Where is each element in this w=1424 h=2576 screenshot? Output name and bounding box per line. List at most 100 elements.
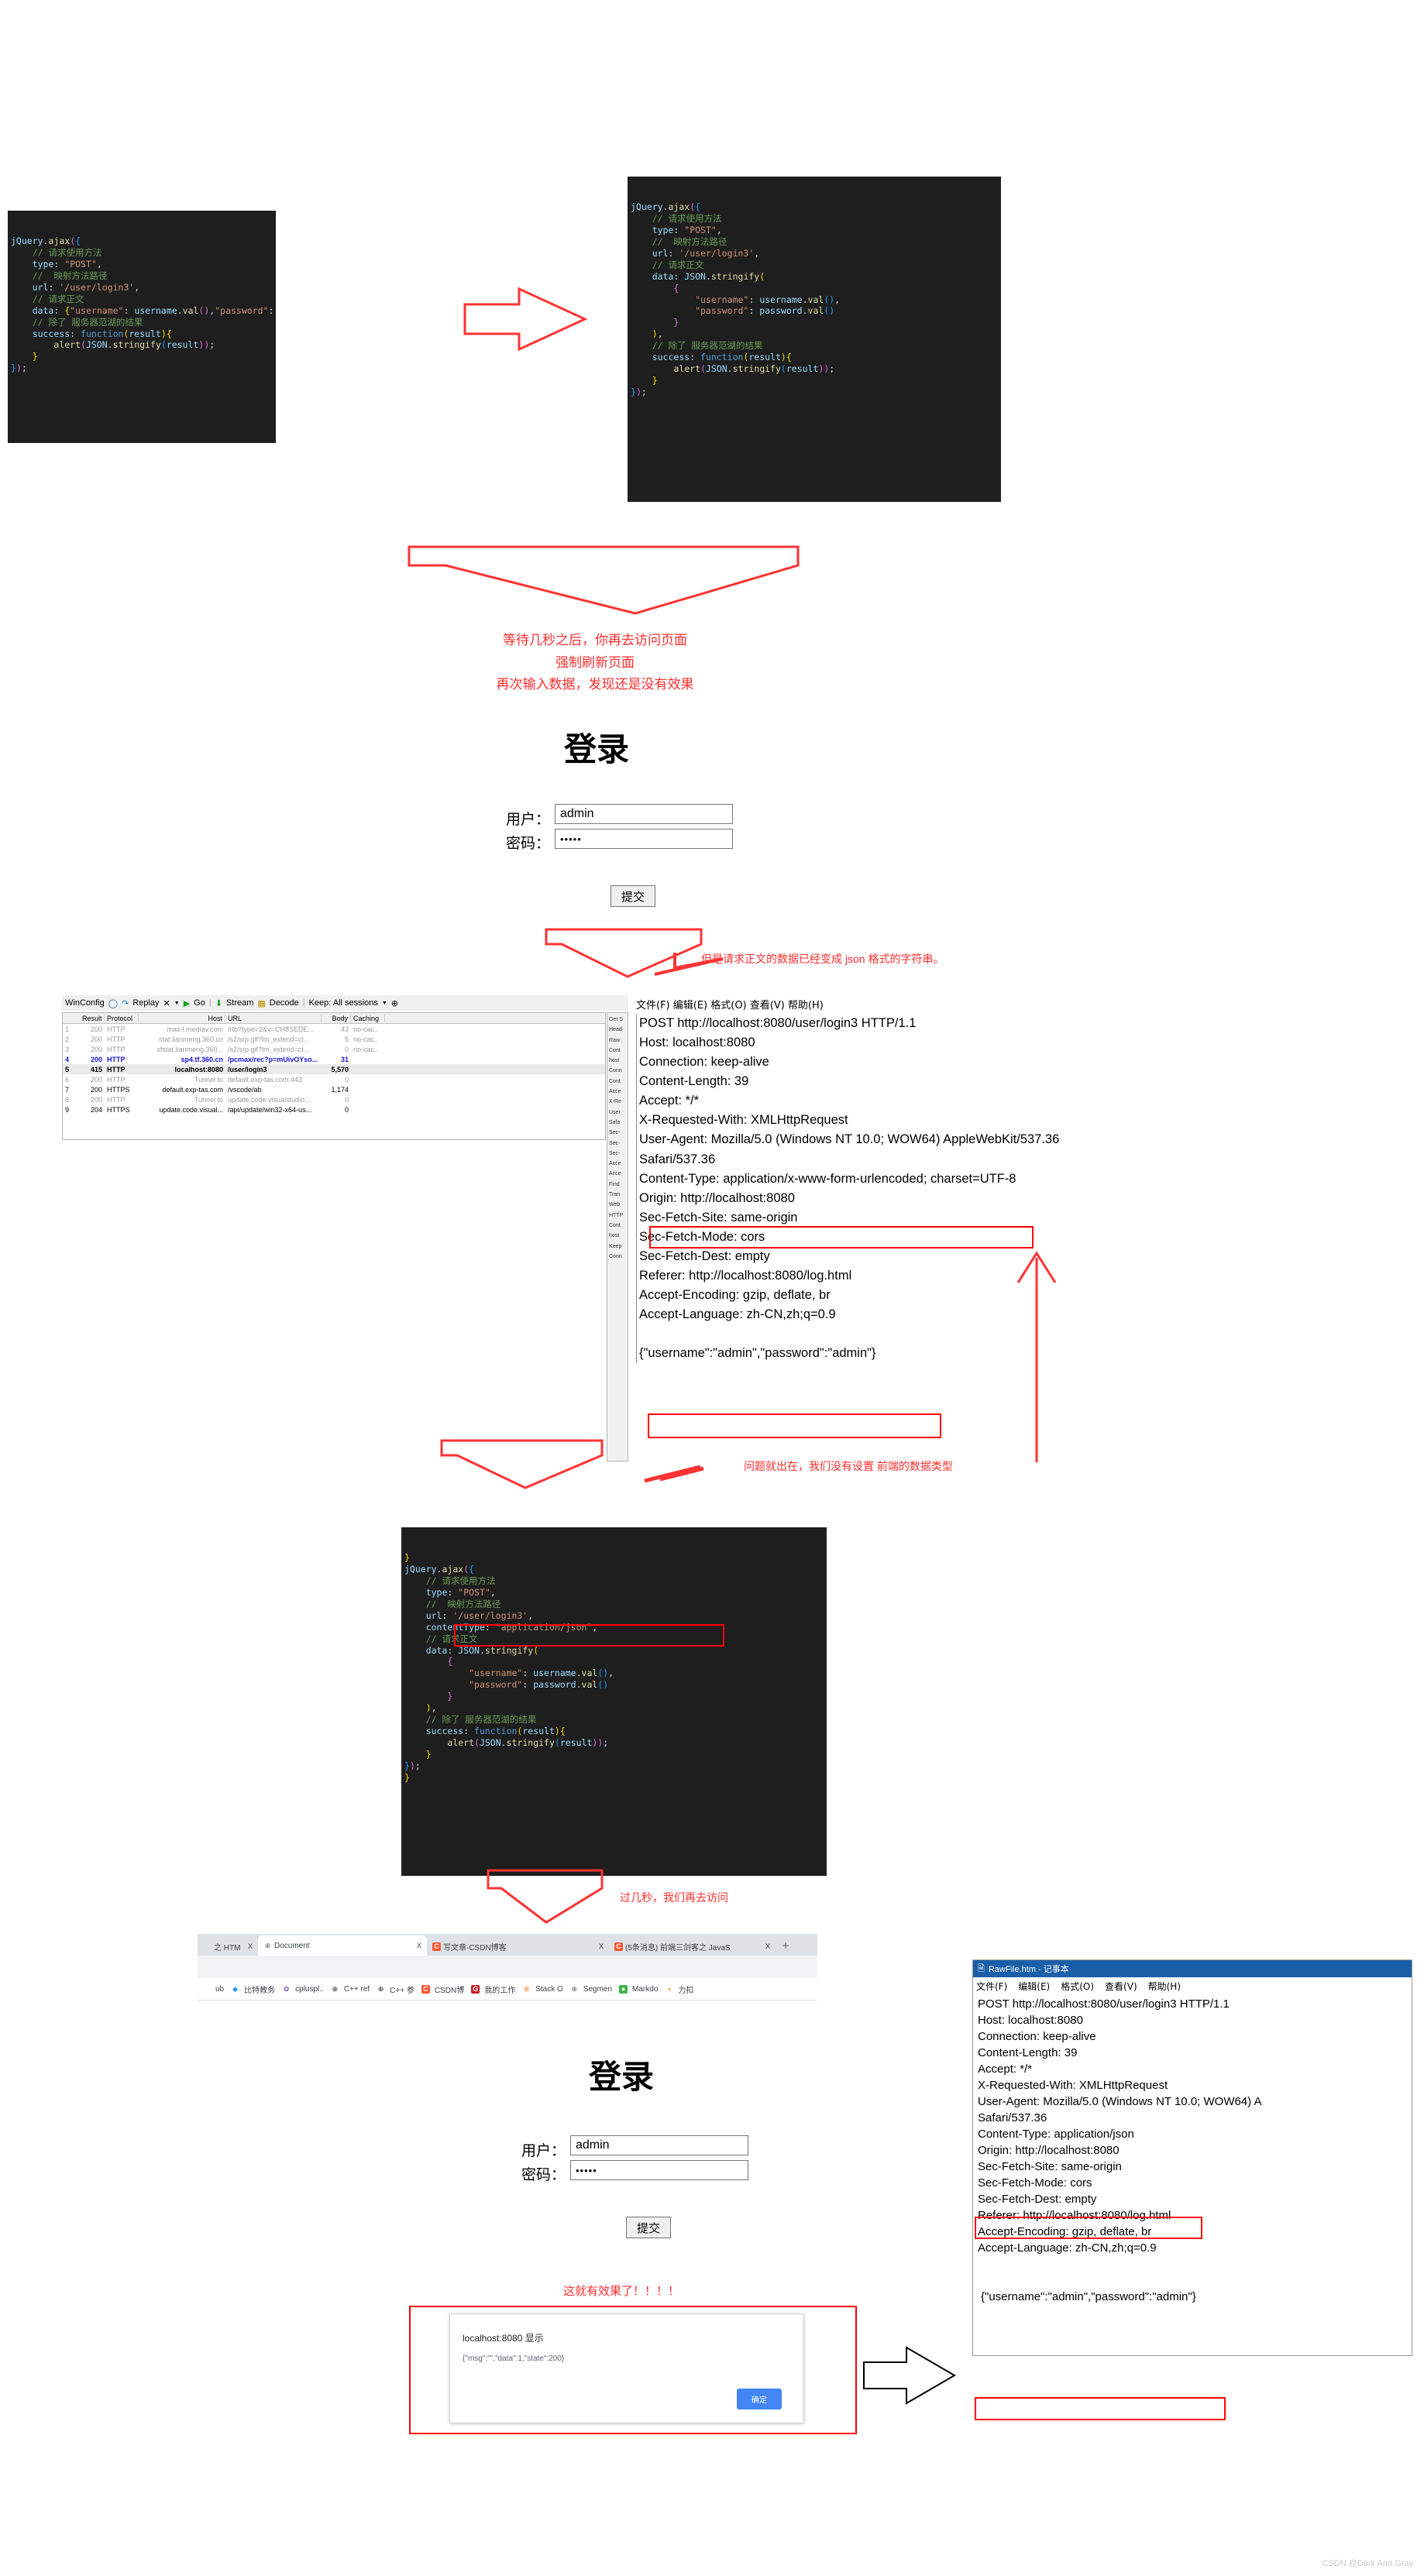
inspector-tab[interactable]: Cont (609, 1046, 626, 1056)
close-icon[interactable]: X (599, 1942, 604, 1950)
bookmark-item[interactable]: ◆ 比特教务 (231, 1984, 275, 1995)
table-row[interactable]: 1 200 HTTP max-l.mediav.com/rtb?type=2&v=CH… (63, 1024, 605, 1034)
bookmark-item[interactable]: ub (202, 1985, 224, 1994)
inspector-tab[interactable]: host (609, 1056, 626, 1066)
notepad-line: Accept: */* (978, 2063, 1033, 2076)
keep-sessions-dropdown[interactable]: Keep: All sessions (309, 998, 378, 1008)
bookmark-item[interactable]: ⊕ Segmen (570, 1985, 613, 1994)
login-pass-input-top[interactable]: ••••• (555, 829, 733, 849)
bookmark-item[interactable]: C CSDN博 (421, 1984, 464, 1995)
arrow-down-4 (487, 1869, 604, 1924)
inspector-tab[interactable]: host (609, 1231, 626, 1241)
inspector-tab[interactable]: Conn (609, 1066, 626, 1076)
inspector-tab[interactable]: Head (609, 1025, 626, 1035)
browser-tab[interactable]: C 写文章-CSDN博客 X (427, 1937, 609, 1956)
table-row[interactable]: 8 200 HTTP Tunnel to update.code.visualstudi… (63, 1094, 605, 1104)
notepad-line: Origin: http://localhost:8080 (978, 2144, 1120, 2157)
login-user-input-bottom[interactable]: admin (570, 2135, 748, 2155)
code-line: type: "POST", (11, 259, 276, 270)
menu-format[interactable]: 格式(O) (1061, 1980, 1094, 1993)
bookmark-item[interactable]: ⊕ C++ 参 (377, 1984, 414, 1995)
inspector-tab[interactable]: User (609, 1108, 626, 1118)
inspector-tab[interactable]: Sec- (609, 1149, 626, 1159)
table-row[interactable]: 6 200 HTTP Tunnel to default.exp-tas.com:443… (63, 1074, 605, 1084)
winconfig-button[interactable]: WinConfig (65, 998, 105, 1008)
code-token: result (559, 1737, 593, 1748)
go-icon[interactable]: ▶ (184, 998, 190, 1008)
login-user-input-top[interactable]: admin (555, 804, 733, 824)
alert-ok-button[interactable]: 确定 (737, 2389, 782, 2409)
notepad-text-area[interactable]: POST http://localhost:8080/user/login3 H… (973, 1994, 1412, 2305)
inspector-tab[interactable]: X-Re (609, 1097, 626, 1107)
close-icon[interactable]: X (248, 1942, 253, 1950)
inspector-side-strip[interactable]: Get S Head Raw Cont host Conn Cont Acce X-Re User… (607, 1012, 628, 1461)
inspector-tab[interactable]: Acce (609, 1159, 626, 1169)
bookmark-item[interactable]: ● Markdo (619, 1984, 658, 1994)
browser-tab[interactable]: 之 HTM X (198, 1937, 258, 1956)
inspector-tab[interactable]: Cont (609, 1077, 626, 1087)
decode-button[interactable]: Decode (270, 998, 299, 1008)
raw-menu-bar[interactable]: 文件(F) 编辑(E) 格式(O) 查看(V) 帮助(H) (636, 997, 824, 1012)
code-line: "username": username.val(), (404, 1668, 827, 1679)
bookmark-item[interactable]: ✿ cpluspl.. (282, 1985, 324, 1994)
table-row[interactable]: 3 200 HTTP sfstat.lianmeng.360... /s2/srp.gi… (63, 1044, 605, 1054)
inspector-tab[interactable]: Web (609, 1200, 626, 1210)
table-row[interactable]: 7 200 HTTPS default.exp-tas.com/vscode/ab 1,… (63, 1084, 605, 1094)
replay-icon[interactable]: ↷ (122, 998, 129, 1008)
inspector-tab[interactable]: Sec- (609, 1128, 626, 1138)
inspector-tab[interactable]: Find (609, 1180, 626, 1190)
table-row[interactable]: 5 415 HTTP localhost:8080/user/login3 5,570 (63, 1064, 605, 1074)
notepad-menu-bar[interactable]: 文件(F) 编辑(E) 格式(O) 查看(V) 帮助(H) (973, 1977, 1412, 1994)
code-token: success (32, 328, 71, 339)
go-button[interactable]: Go (194, 998, 205, 1008)
notepad-line: Accept-Language: zh-CN,zh;q=0.9 (978, 2241, 1157, 2255)
bookmark-item[interactable]: ⊕ C++ ref (331, 1985, 370, 1994)
login-submit-button-bottom[interactable]: 提交 (626, 2217, 671, 2238)
comment-icon[interactable]: ◯ (108, 998, 118, 1008)
stream-icon[interactable]: ⬇ (215, 998, 222, 1008)
inspector-tab[interactable]: Sec- (609, 1139, 626, 1149)
inspector-tab[interactable]: Conn (609, 1252, 626, 1262)
code-token: JSON (684, 270, 706, 282)
login-submit-button-top[interactable]: 提交 (611, 885, 655, 907)
inspector-tab[interactable]: HTTP (609, 1211, 626, 1221)
inspector-tab[interactable]: Get S (609, 1015, 626, 1025)
browser-tab[interactable]: ⊕ Document X (258, 1935, 427, 1956)
chevron-down-icon[interactable]: ▼ (382, 1001, 387, 1006)
login-pass-input-bottom[interactable]: ••••• (570, 2160, 748, 2180)
stream-button[interactable]: Stream (226, 998, 253, 1008)
inspector-tab[interactable]: Acce (609, 1169, 626, 1179)
menu-edit[interactable]: 编辑(E) (1018, 1980, 1050, 1993)
bookmark-item[interactable]: ◖ 力扣 (665, 1984, 693, 1995)
close-icon[interactable]: X (765, 1942, 770, 1950)
inspector-tab[interactable]: Cont (609, 1221, 626, 1231)
bookmark-item[interactable]: G 我的工作 (471, 1984, 515, 1995)
inspector-tab[interactable]: Safa (609, 1118, 626, 1128)
chevron-down-icon[interactable]: ▼ (174, 1001, 180, 1006)
inspector-tab[interactable]: Raw (609, 1036, 626, 1046)
raw-header-line: X-Requested-With: XMLHttpRequest (639, 1113, 848, 1128)
code-line: "password": password.val() (631, 305, 1001, 317)
decode-icon[interactable]: ▦ (257, 998, 265, 1008)
inspector-tab[interactable]: Keep (609, 1242, 626, 1252)
table-row[interactable]: 4 200 HTTP sp4.tf.360.cn/pcmax/rec?p=mUivOY… (63, 1054, 605, 1064)
fiddler-session-list[interactable]: Result Protocol Host URL Body Caching 12… (62, 1012, 606, 1140)
menu-view[interactable]: 查看(V) (1105, 1980, 1137, 1993)
target-icon[interactable]: ⊕ (391, 998, 398, 1008)
remove-icon[interactable]: ✕ (163, 998, 170, 1008)
alert-dialog[interactable]: localhost:8080 显示 {"msg":"","data":1,"st… (449, 2313, 804, 2423)
replay-button[interactable]: Replay (132, 998, 159, 1008)
new-tab-button[interactable]: + (776, 1935, 796, 1956)
table-row[interactable]: 9 204 HTTPS update.code.visual... /api/updat… (63, 1104, 605, 1115)
inspector-tab[interactable]: Tran (609, 1190, 626, 1200)
menu-help[interactable]: 帮助(H) (1148, 1980, 1181, 1993)
bookmark-item[interactable]: ≣ Stack O (522, 1985, 563, 1994)
close-icon[interactable]: X (417, 1942, 421, 1949)
browser-tab[interactable]: C (5条消息) 前端三剑客之 JavaS X (609, 1937, 776, 1956)
menu-file[interactable]: 文件(F) (976, 1980, 1007, 1993)
table-row[interactable]: 2 200 HTTP stat.lianmeng.360.cn/s2/srp.gif?… (63, 1034, 605, 1044)
inspector-tab[interactable]: Acce (609, 1087, 626, 1097)
fiddler-toolbar: WinConfig ◯ ↷ Replay ✕ ▼ ▶ Go | ⬇ Stream… (62, 995, 654, 1011)
